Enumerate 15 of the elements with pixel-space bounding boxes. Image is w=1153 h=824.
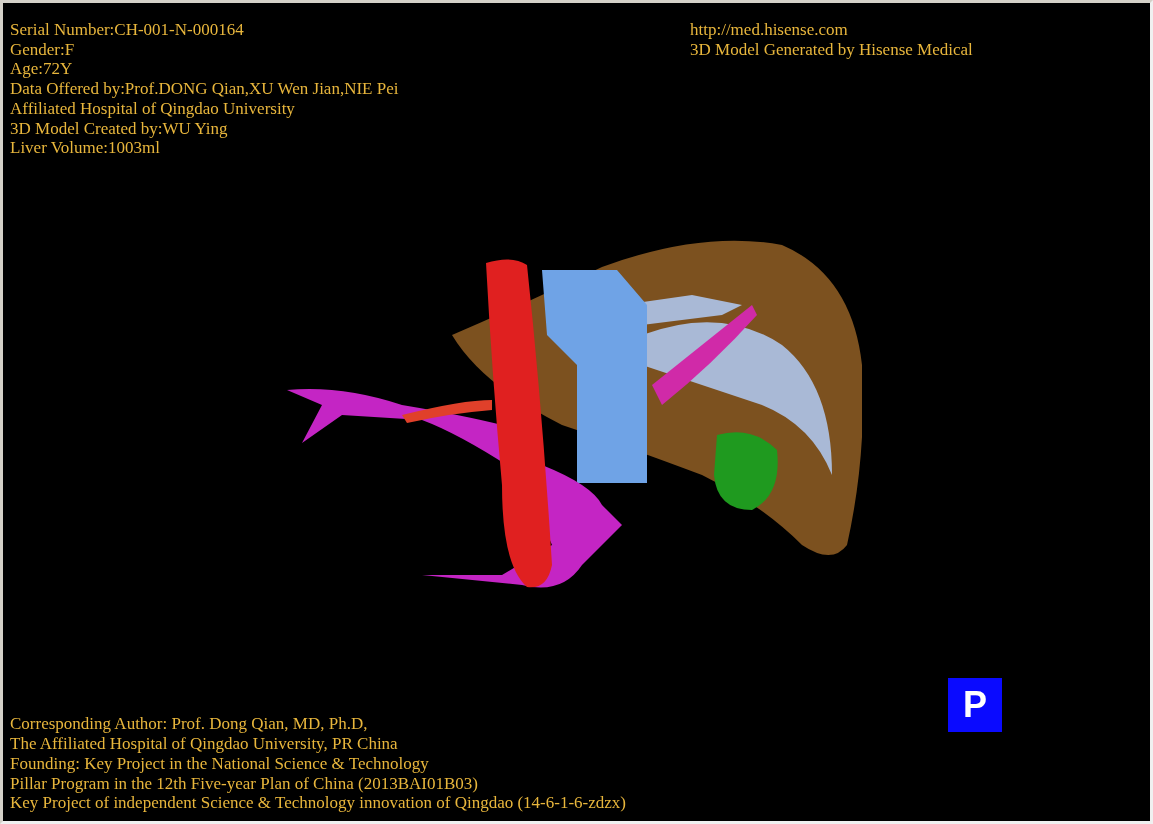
credit-line: Founding: Key Project in the National Science & Technology <box>10 753 430 774</box>
patient-info-line: Age:72Y <box>10 59 74 80</box>
credit-line: Corresponding Author: Prof. Dong Qian, MD, Ph.D, <box>10 714 369 735</box>
projection-button[interactable]: P <box>948 678 1002 733</box>
vendor-info-line: 3D Model Generated by Hisense Medical <box>690 39 974 60</box>
patient-info-line: Affiliated Hospital of Qingdao University <box>10 98 296 119</box>
patient-info-line: Gender:F <box>10 39 76 60</box>
vendor-info-line: http://med.hisense.com <box>690 20 849 40</box>
patient-info-line: Data Offered by:Prof.DONG Qian,XU Wen Jian,NIE Pei <box>10 79 399 99</box>
patient-info-line: Liver Volume:1003ml <box>10 138 161 158</box>
patient-info-line: 3D Model Created by:WU Ying <box>10 118 229 139</box>
credit-line: Pillar Program in the 12th Five-year Plan of China (2013BAI01B03) <box>10 773 479 794</box>
credit-line: Key Project of independent Science & Technology innovation of Qingdao (14-6-1-6-zdzx) <box>10 793 627 813</box>
credit-line: The Affiliated Hospital of Qingdao University, PR China <box>10 734 399 754</box>
patient-info-line: Serial Number:CH-001-N-000164 <box>10 20 245 40</box>
